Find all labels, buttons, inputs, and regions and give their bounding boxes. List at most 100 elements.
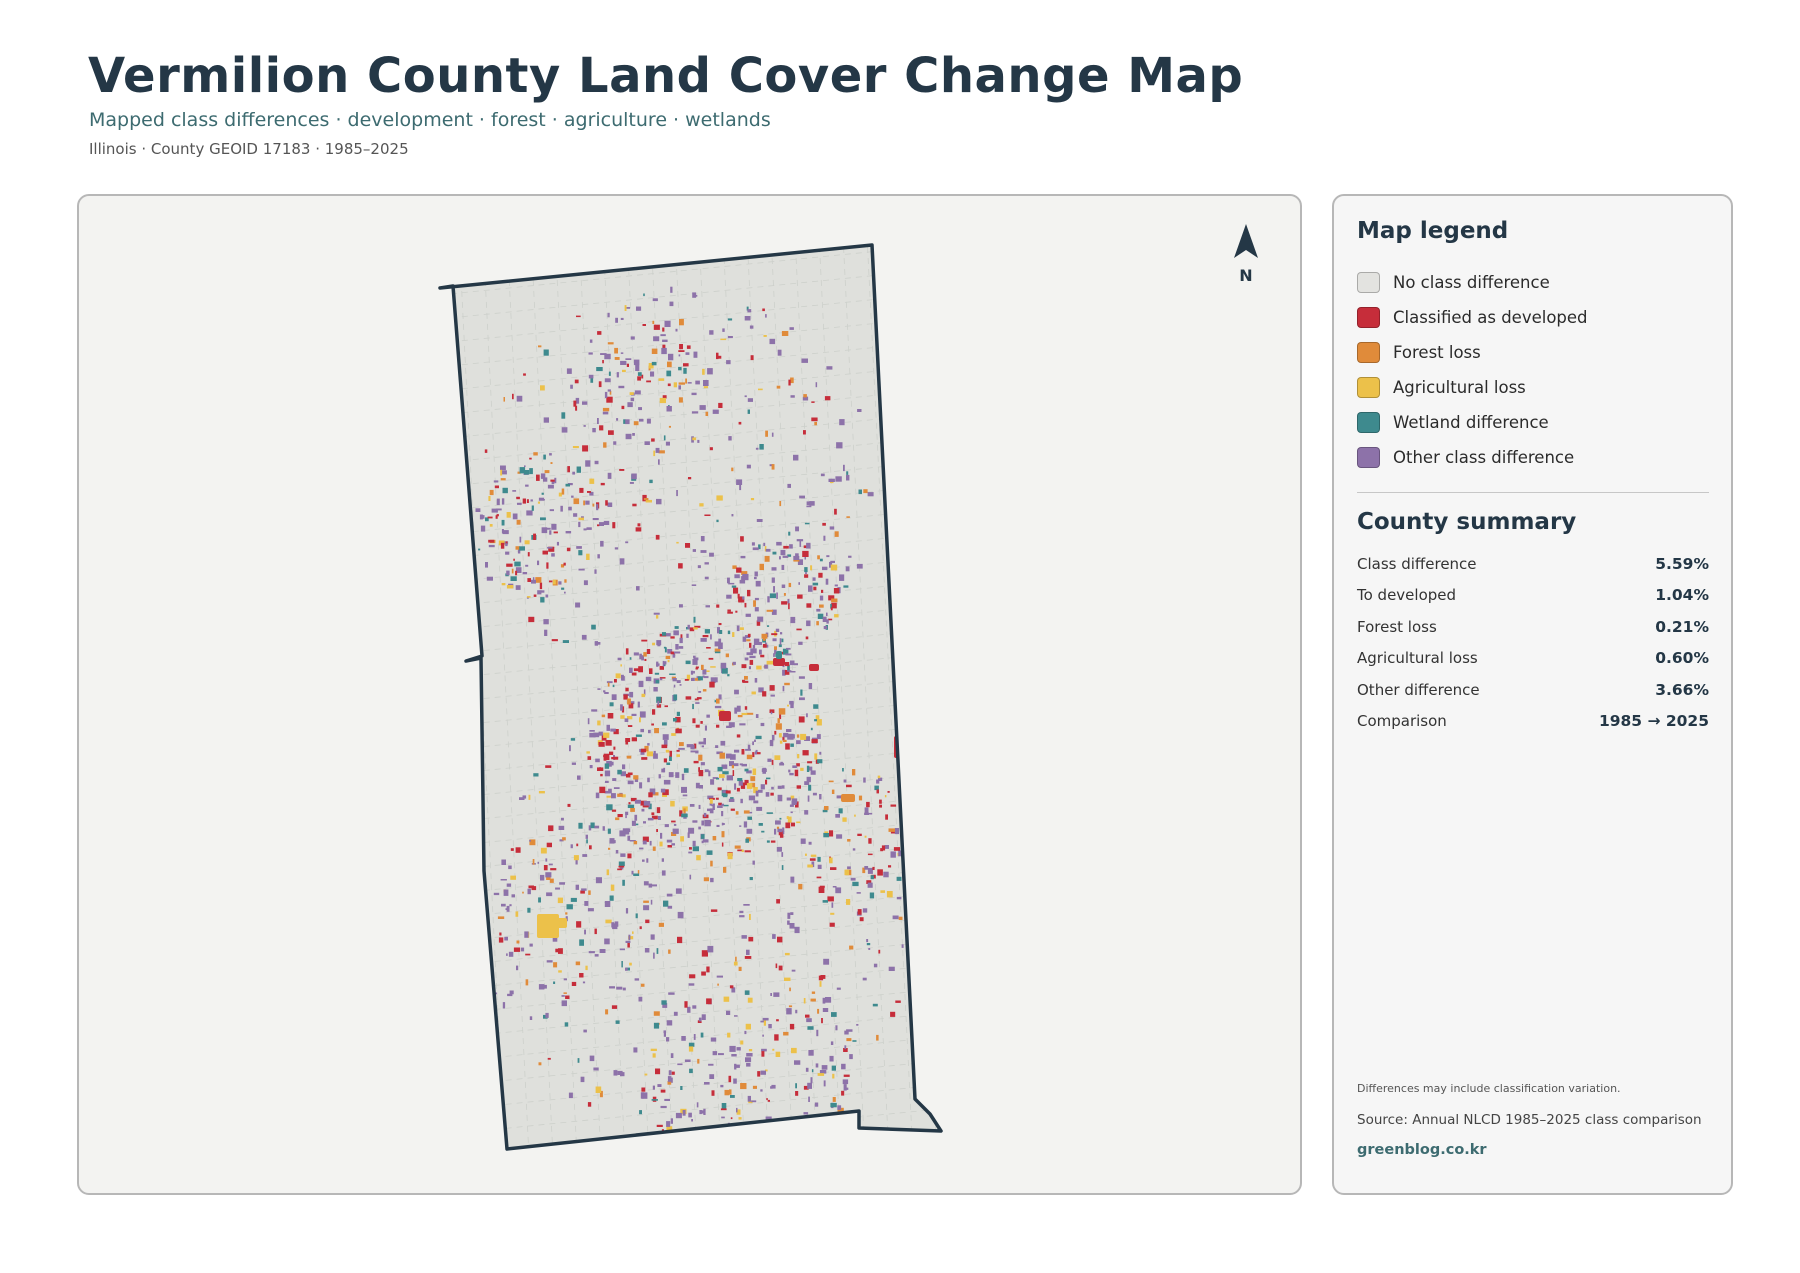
change-patch (712, 1051, 718, 1056)
change-patch (696, 697, 702, 700)
change-patch (706, 670, 710, 672)
change-patch (700, 638, 707, 642)
change-patch (678, 646, 684, 649)
change-patch (664, 661, 667, 665)
change-patch (670, 636, 675, 639)
change-patch (671, 1071, 675, 1075)
change-patch (599, 425, 604, 431)
change-patch (616, 986, 623, 990)
change-patch (659, 397, 666, 404)
change-patch (874, 785, 879, 791)
change-patch (588, 374, 594, 379)
change-patch (806, 505, 812, 508)
change-patch (777, 785, 782, 789)
change-patch (817, 1008, 820, 1014)
change-patch (650, 371, 655, 377)
change-patch (725, 790, 731, 794)
change-patch (549, 530, 552, 535)
change-patch (750, 776, 756, 782)
change-patch (691, 1119, 693, 1122)
change-patch (800, 689, 803, 696)
change-patch (905, 830, 912, 835)
change-patch (516, 965, 519, 971)
change-patch (598, 381, 602, 388)
change-patch (776, 541, 782, 546)
change-patch (766, 660, 773, 665)
change-patch (850, 877, 856, 881)
change-patch (866, 943, 871, 946)
credit-link[interactable]: greenblog.co.kr (1357, 1142, 1487, 1158)
change-patch (585, 965, 588, 971)
change-patch (718, 802, 722, 806)
change-patch (647, 777, 650, 783)
change-patch (686, 633, 689, 638)
change-patch (823, 1080, 826, 1087)
change-patch (663, 779, 671, 785)
legend-item-wetland: Wetland difference (1357, 405, 1588, 440)
change-patch (795, 1091, 799, 1096)
change-patch (709, 552, 714, 557)
change-patch (575, 884, 579, 890)
change-patch (598, 742, 605, 747)
change-patch (668, 992, 675, 995)
change-patch (747, 633, 751, 638)
change-patch (710, 909, 718, 912)
change-patch (597, 524, 600, 527)
change-patch (565, 912, 568, 915)
change-patch (766, 777, 771, 780)
change-patch (766, 840, 770, 843)
change-patch (750, 648, 757, 654)
change-patch (780, 632, 783, 635)
change-patch (783, 593, 786, 596)
change-patch (645, 676, 652, 682)
map-panel[interactable] (77, 194, 1302, 1195)
change-patch (630, 397, 635, 402)
change-patch (677, 911, 684, 919)
change-patch (605, 919, 612, 924)
change-patch (755, 447, 759, 450)
change-patch (830, 607, 833, 611)
change-patch (515, 570, 518, 576)
change-patch (565, 995, 570, 999)
change-patch (727, 674, 730, 677)
change-patch (905, 754, 914, 780)
change-patch (612, 684, 615, 688)
change-patch (807, 1026, 814, 1030)
change-patch (804, 810, 809, 815)
change-patch (641, 1092, 648, 1099)
legend-swatch (1357, 447, 1380, 468)
change-patch (870, 875, 874, 880)
change-patch (776, 651, 782, 659)
change-patch (689, 974, 696, 979)
change-patch (778, 708, 786, 715)
change-patch (777, 936, 783, 943)
change-patch (621, 961, 623, 968)
change-patch (527, 907, 531, 913)
change-patch (679, 344, 683, 350)
change-patch (522, 498, 526, 504)
change-patch (606, 724, 610, 731)
change-patch (570, 844, 573, 849)
change-patch (804, 781, 810, 785)
county-map[interactable] (79, 196, 1302, 1195)
change-patch (587, 718, 590, 725)
change-patch (663, 900, 669, 907)
change-patch (744, 316, 751, 321)
change-patch (794, 1060, 801, 1065)
change-patch (798, 1137, 803, 1144)
change-patch (638, 666, 643, 673)
change-patch (609, 986, 615, 989)
change-patch (631, 820, 636, 826)
change-patch (703, 386, 708, 389)
change-patch (789, 700, 794, 705)
change-patch (747, 997, 753, 1003)
change-patch (835, 887, 842, 894)
change-patch (744, 395, 747, 398)
change-patch (692, 659, 698, 665)
change-patch (640, 748, 647, 753)
change-patch (814, 421, 817, 426)
change-patch (658, 922, 664, 927)
change-patch (480, 525, 486, 532)
change-patch (464, 524, 467, 530)
change-patch (690, 1133, 693, 1137)
